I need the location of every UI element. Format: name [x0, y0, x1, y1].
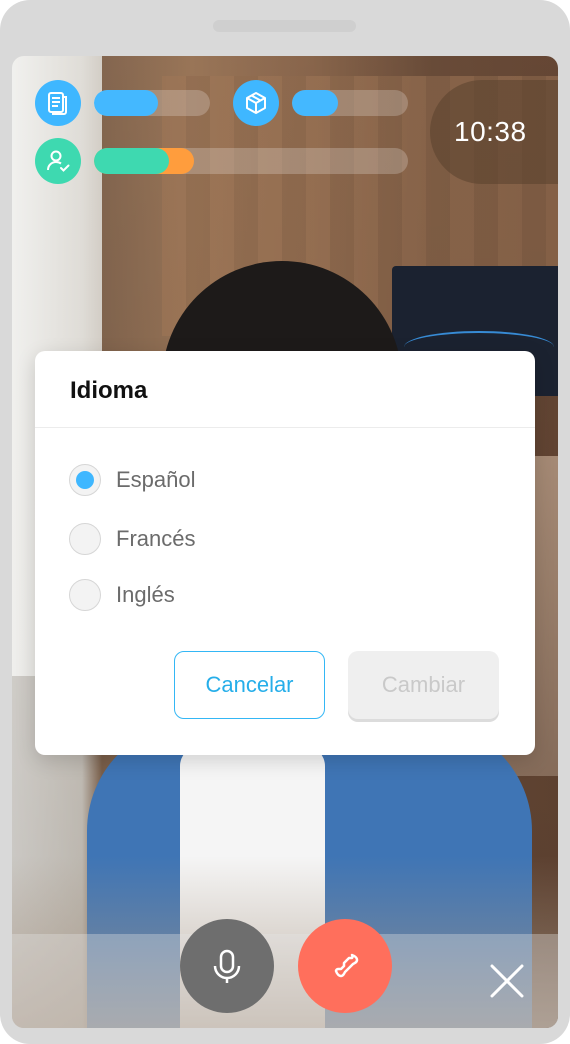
language-option-label: Español	[116, 467, 196, 492]
user-progress-bar	[94, 148, 408, 174]
radio-button-selected[interactable]	[69, 464, 101, 496]
dialog-title: Idioma	[70, 377, 148, 404]
call-controls-bar	[12, 919, 558, 1028]
document-icon	[35, 80, 81, 126]
radio-button[interactable]	[69, 579, 101, 611]
call-timer-value: 10:38	[454, 116, 527, 147]
user-progress-fill-green	[94, 148, 170, 174]
language-option-label: Francés	[116, 526, 196, 551]
speaker-slot	[213, 20, 356, 32]
close-button[interactable]	[472, 934, 542, 1028]
radio-button[interactable]	[69, 523, 101, 555]
end-call-button[interactable]	[298, 919, 392, 1013]
language-option-english[interactable]: Inglés	[69, 577, 175, 613]
language-option-spanish[interactable]: Español	[69, 462, 196, 498]
phone-frame: 10:38 Idioma Español Francés Inglés Canc…	[0, 0, 570, 1044]
microphone-icon	[213, 949, 241, 983]
package-icon	[233, 80, 279, 126]
language-dialog: Idioma Español Francés Inglés Cancelar C…	[35, 351, 535, 755]
phone-hangup-icon	[334, 953, 359, 978]
user-check-icon	[35, 138, 81, 184]
documents-progress-fill	[94, 90, 158, 116]
packages-progress-bar	[292, 90, 408, 116]
radio-selected-dot	[76, 471, 94, 489]
language-option-label: Inglés	[116, 582, 175, 607]
change-button[interactable]: Cambiar	[348, 651, 499, 719]
call-timer: 10:38	[430, 80, 558, 184]
packages-progress-fill	[292, 90, 339, 116]
close-icon	[490, 964, 524, 998]
language-option-french[interactable]: Francés	[69, 521, 195, 557]
cancel-button[interactable]: Cancelar	[174, 651, 325, 719]
dialog-divider	[35, 427, 535, 428]
mic-button[interactable]	[180, 919, 274, 1013]
documents-progress-bar	[94, 90, 210, 116]
